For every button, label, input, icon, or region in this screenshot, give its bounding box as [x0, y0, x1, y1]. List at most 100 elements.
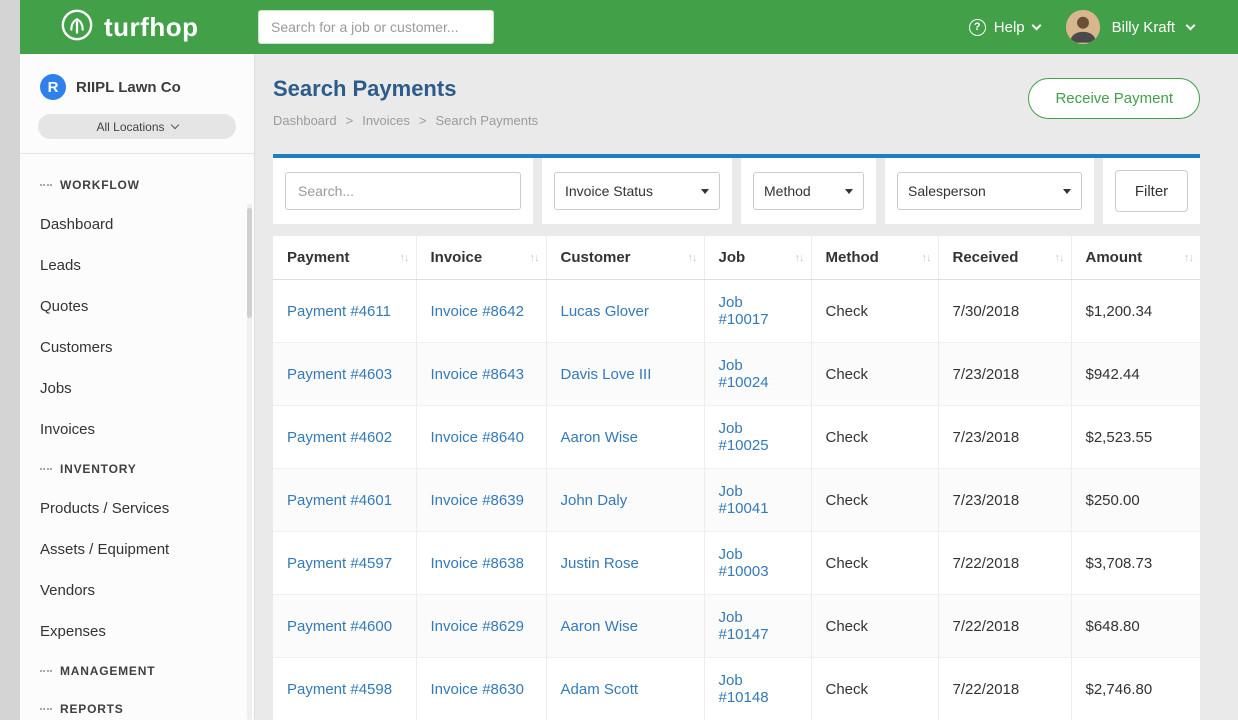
- table-row: Payment #4600 Invoice #8629 Aaron Wise J…: [273, 595, 1200, 658]
- invoice-status-select[interactable]: Invoice Status: [554, 172, 720, 210]
- global-search-input[interactable]: [258, 10, 494, 44]
- sidebar-scrollbar[interactable]: [247, 204, 252, 720]
- sidebar-item-vendors[interactable]: Vendors: [20, 570, 254, 611]
- amount-cell: $2,523.55: [1071, 406, 1200, 469]
- job-link[interactable]: Job #10041: [719, 483, 769, 517]
- sort-icon: ↑↓: [1055, 252, 1064, 264]
- invoice-link[interactable]: Invoice #8643: [431, 366, 524, 383]
- receive-payment-button[interactable]: Receive Payment: [1028, 78, 1200, 119]
- table-row: Payment #4602 Invoice #8640 Aaron Wise J…: [273, 406, 1200, 469]
- job-link[interactable]: Job #10147: [719, 609, 769, 643]
- payment-link[interactable]: Payment #4598: [287, 681, 392, 698]
- help-icon: ?: [969, 19, 986, 36]
- dropdown-arrow-icon: [1063, 189, 1071, 194]
- company: R RIIPL Lawn Co: [20, 54, 254, 112]
- sidebar-item-quotes[interactable]: Quotes: [20, 286, 254, 327]
- column-header-received[interactable]: Received↑↓: [938, 236, 1071, 280]
- page-title: Search Payments: [273, 76, 538, 102]
- received-cell: 7/23/2018: [938, 469, 1071, 532]
- customer-link[interactable]: John Daly: [561, 492, 628, 509]
- column-header-amount[interactable]: Amount↑↓: [1071, 236, 1200, 280]
- dash-icon: [40, 468, 52, 470]
- help-menu[interactable]: ? Help: [969, 19, 1040, 36]
- payment-link[interactable]: Payment #4600: [287, 618, 392, 635]
- user-menu[interactable]: Billy Kraft: [1066, 10, 1194, 44]
- salesperson-select[interactable]: Salesperson: [897, 172, 1082, 210]
- sidebar-item-customers[interactable]: Customers: [20, 327, 254, 368]
- column-header-method[interactable]: Method↑↓: [811, 236, 938, 280]
- user-name: Billy Kraft: [1112, 19, 1175, 36]
- company-name: RIIPL Lawn Co: [76, 79, 181, 96]
- table-header-row: Payment↑↓ Invoice↑↓ Customer↑↓ Job↑↓ Met…: [273, 236, 1200, 280]
- locations-selector[interactable]: All Locations: [38, 114, 236, 139]
- table-row: Payment #4603 Invoice #8643 Davis Love I…: [273, 343, 1200, 406]
- table-row: Payment #4597 Invoice #8638 Justin Rose …: [273, 532, 1200, 595]
- customer-link[interactable]: Aaron Wise: [561, 429, 639, 446]
- payments-search-input[interactable]: [285, 172, 521, 210]
- sort-icon: ↑↓: [1184, 252, 1193, 264]
- amount-cell: $250.00: [1071, 469, 1200, 532]
- received-cell: 7/22/2018: [938, 658, 1071, 720]
- sort-icon: ↑↓: [530, 252, 539, 264]
- job-link[interactable]: Job #10025: [719, 420, 769, 454]
- amount-cell: $2,746.80: [1071, 658, 1200, 720]
- topbar-right: ? Help Billy Kraft: [969, 10, 1238, 44]
- method-cell: Check: [811, 406, 938, 469]
- table-row: Payment #4598 Invoice #8630 Adam Scott J…: [273, 658, 1200, 720]
- column-header-payment[interactable]: Payment↑↓: [273, 236, 416, 280]
- received-cell: 7/22/2018: [938, 532, 1071, 595]
- invoice-link[interactable]: Invoice #8630: [431, 681, 524, 698]
- payment-link[interactable]: Payment #4603: [287, 366, 392, 383]
- filter-button[interactable]: Filter: [1115, 170, 1188, 212]
- method-cell: Check: [811, 532, 938, 595]
- job-link[interactable]: Job #10003: [719, 546, 769, 580]
- breadcrumb-dashboard[interactable]: Dashboard: [273, 113, 337, 128]
- method-cell: Check: [811, 469, 938, 532]
- sidebar-item-jobs[interactable]: Jobs: [20, 368, 254, 409]
- sidebar-item-leads[interactable]: Leads: [20, 245, 254, 286]
- received-cell: 7/22/2018: [938, 595, 1071, 658]
- received-cell: 7/23/2018: [938, 343, 1071, 406]
- sidebar-item-dashboard[interactable]: Dashboard: [20, 204, 254, 245]
- customer-link[interactable]: Justin Rose: [561, 555, 639, 572]
- payment-link[interactable]: Payment #4611: [287, 303, 391, 320]
- brand-name: turfhop: [104, 12, 198, 43]
- sidebar-item-invoices[interactable]: Invoices: [20, 409, 254, 450]
- payment-link[interactable]: Payment #4601: [287, 492, 392, 509]
- customer-link[interactable]: Davis Love III: [561, 366, 652, 383]
- invoice-link[interactable]: Invoice #8639: [431, 492, 524, 509]
- column-header-invoice[interactable]: Invoice↑↓: [416, 236, 546, 280]
- customer-link[interactable]: Adam Scott: [561, 681, 639, 698]
- column-header-job[interactable]: Job↑↓: [704, 236, 811, 280]
- filter-salesperson-segment: Salesperson: [885, 158, 1094, 224]
- method-select[interactable]: Method: [753, 172, 864, 210]
- filter-method-segment: Method: [741, 158, 876, 224]
- breadcrumb-current: Search Payments: [436, 113, 539, 128]
- payment-link[interactable]: Payment #4597: [287, 555, 392, 572]
- sort-icon: ↑↓: [795, 252, 804, 264]
- shell: R RIIPL Lawn Co All Locations WORKFLOW D…: [20, 54, 1238, 720]
- sidebar-scrollbar-thumb[interactable]: [247, 208, 252, 318]
- invoice-link[interactable]: Invoice #8629: [431, 618, 524, 635]
- invoice-link[interactable]: Invoice #8640: [431, 429, 524, 446]
- invoice-link[interactable]: Invoice #8638: [431, 555, 524, 572]
- invoice-link[interactable]: Invoice #8642: [431, 303, 524, 320]
- job-link[interactable]: Job #10024: [719, 357, 769, 391]
- column-header-customer[interactable]: Customer↑↓: [546, 236, 704, 280]
- job-link[interactable]: Job #10148: [719, 672, 769, 706]
- payment-link[interactable]: Payment #4602: [287, 429, 392, 446]
- nav-section-workflow: WORKFLOW: [20, 166, 254, 204]
- amount-cell: $942.44: [1071, 343, 1200, 406]
- dropdown-arrow-icon: [845, 189, 853, 194]
- filter-button-segment: Filter: [1103, 158, 1200, 224]
- help-label: Help: [994, 19, 1025, 36]
- customer-link[interactable]: Aaron Wise: [561, 618, 639, 635]
- sidebar-item-assets-equipment[interactable]: Assets / Equipment: [20, 529, 254, 570]
- filter-bar: Invoice Status Method Salesperson: [273, 158, 1200, 224]
- table-row: Payment #4601 Invoice #8639 John Daly Jo…: [273, 469, 1200, 532]
- breadcrumb-invoices[interactable]: Invoices: [362, 113, 410, 128]
- customer-link[interactable]: Lucas Glover: [561, 303, 649, 320]
- sidebar-item-expenses[interactable]: Expenses: [20, 611, 254, 652]
- sidebar-item-products-services[interactable]: Products / Services: [20, 488, 254, 529]
- job-link[interactable]: Job #10017: [719, 294, 769, 328]
